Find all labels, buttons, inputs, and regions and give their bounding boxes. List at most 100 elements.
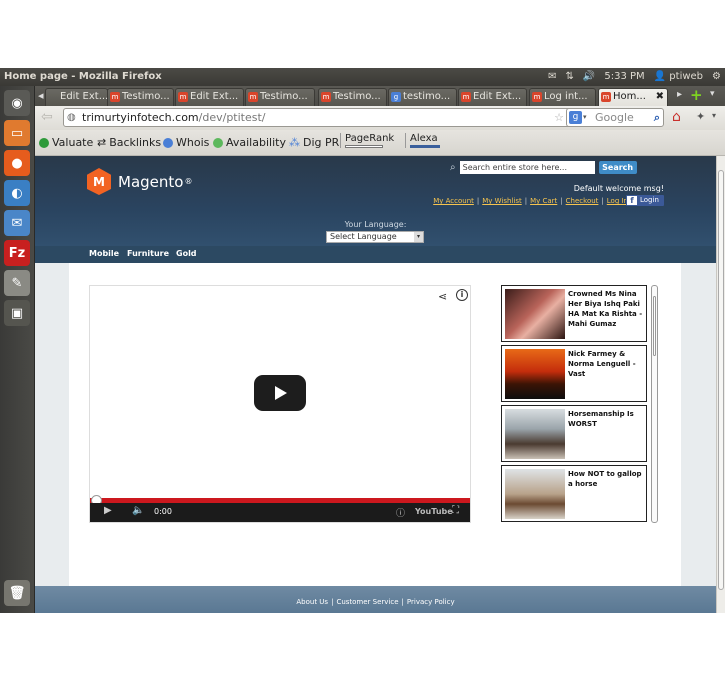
magento-favicon-icon: m <box>461 92 471 102</box>
network-icon[interactable]: ⇅ <box>566 68 574 86</box>
player-controls: ▶ 🔈 0:00 ⓘ YouTube ⛶ <box>90 503 470 522</box>
related-video-item[interactable]: Crowned Ms Nina Her Biya Ishq Paki HA Ma… <box>501 285 647 342</box>
thunderbird-icon[interactable]: ✉ <box>4 210 30 236</box>
nav-item-gold[interactable]: Gold <box>176 249 197 258</box>
tab-scroll-right-icon[interactable]: ▸ <box>677 89 682 100</box>
firefox-icon[interactable]: ● <box>4 150 30 176</box>
related-video-item[interactable]: Horsemanship Is WORST <box>501 405 647 462</box>
nav-item-mobile[interactable]: Mobile <box>89 249 119 258</box>
valuate-label: Valuate <box>52 136 94 149</box>
magnifier-icon: ⌕ <box>450 161 456 173</box>
privacy-policy-link[interactable]: Privacy Policy <box>407 598 455 606</box>
back-icon[interactable]: ⇦ <box>41 109 53 125</box>
terminal-icon[interactable]: ▣ <box>4 300 30 326</box>
related-video-item[interactable]: How NOT to gallop a horse <box>501 465 647 522</box>
related-scrollbar[interactable] <box>651 285 658 523</box>
related-scrollbar-thumb[interactable] <box>653 296 656 356</box>
customer-service-link[interactable]: Customer Service <box>336 598 398 606</box>
new-tab-icon[interactable]: + <box>690 86 703 104</box>
log-in-link[interactable]: Log In <box>607 197 628 205</box>
magento-favicon-icon: m <box>321 92 331 102</box>
valuate-button[interactable]: Valuate <box>39 136 93 149</box>
play-button[interactable] <box>254 375 306 411</box>
url-bar[interactable]: ◍ trimurtyinfotech.com/dev/ptitest/ ☆ ▾ … <box>63 108 591 127</box>
tab[interactable]: Edit Ext... <box>45 88 108 106</box>
checkout-link[interactable]: Checkout <box>566 197 599 205</box>
pagerank-label: PageRank <box>345 133 395 144</box>
page-scrollbar-thumb[interactable] <box>718 170 724 590</box>
video-player[interactable]: ⋖ i ▶ 🔈 0:00 ⓘ YouTube ⛶ <box>89 285 471 523</box>
pagerank-widget[interactable]: PageRank <box>340 133 394 148</box>
search-bar[interactable]: g ▾ Google ⌕ <box>566 108 664 127</box>
youtube-logo[interactable]: YouTube <box>415 507 453 516</box>
tab-scroll-left-icon[interactable]: ◂ <box>38 89 44 102</box>
alexa-widget[interactable]: Alexa <box>405 133 440 148</box>
info-icon[interactable]: i <box>456 289 468 301</box>
fullscreen-icon[interactable]: ⛶ <box>452 505 459 516</box>
bookmark-star-icon[interactable]: ☆ <box>554 109 564 126</box>
chromium-icon[interactable]: ◐ <box>4 180 30 206</box>
store-search-input[interactable]: Search entire store here... <box>459 160 595 174</box>
availability-button[interactable]: Availability <box>213 136 286 149</box>
seo-toolbar: Valuate ⇄ Backlinks Whois Availability ⁂ D… <box>35 130 725 156</box>
gear-icon[interactable]: ⚙ <box>712 68 721 86</box>
my-wishlist-link[interactable]: My Wishlist <box>482 197 521 205</box>
dig-pr-label: Dig PR <box>303 136 340 149</box>
alexa-bar <box>410 145 440 148</box>
welcome-message: Default welcome msg! <box>573 184 664 193</box>
whois-button[interactable]: Whois <box>163 136 209 149</box>
files-icon[interactable]: ▭ <box>4 120 30 146</box>
info-small-icon[interactable]: ⓘ <box>396 506 405 519</box>
page-scrollbar[interactable] <box>716 156 725 613</box>
tab-active[interactable]: m Hom... ✖ <box>598 88 668 106</box>
addon-icon[interactable]: ✦ <box>696 110 705 123</box>
user-menu[interactable]: 👤 ptiweb <box>654 68 703 86</box>
related-video-title: Horsemanship Is WORST <box>568 410 634 428</box>
play-icon[interactable]: ▶ <box>104 505 112 516</box>
search-icon[interactable]: ⌕ <box>654 109 660 126</box>
tab[interactable]: m Testimo... <box>318 88 387 106</box>
tab[interactable]: m Edit Ext... <box>458 88 527 106</box>
user-name: ptiweb <box>669 71 704 82</box>
home-icon[interactable]: ⌂ <box>672 109 681 125</box>
tab[interactable]: m Edit Ext... <box>175 88 244 106</box>
dash-home-icon[interactable]: ◉ <box>4 90 30 116</box>
store-logo[interactable]: M Magento ® <box>87 168 192 195</box>
language-select[interactable]: Select Language ▾ <box>326 231 424 243</box>
video-time: 0:00 <box>154 507 172 516</box>
close-tab-icon[interactable]: ✖ <box>656 89 664 105</box>
store-search-button[interactable]: Search <box>598 160 637 174</box>
backlinks-button[interactable]: ⇄ Backlinks <box>97 136 161 149</box>
nav-item-furniture[interactable]: Furniture <box>127 249 169 258</box>
tab[interactable]: m Testimo... <box>107 88 174 106</box>
my-account-link[interactable]: My Account <box>433 197 474 205</box>
google-engine-icon[interactable]: g <box>569 111 582 124</box>
mail-icon[interactable]: ✉ <box>548 68 556 86</box>
dig-icon: ⁂ <box>289 136 300 149</box>
engine-dropdown-icon[interactable]: ▾ <box>583 109 587 126</box>
language-select-value: Select Language <box>330 232 397 241</box>
tab[interactable]: m Log int... <box>529 88 596 106</box>
tab-label: Testimo... <box>122 91 170 102</box>
about-us-link[interactable]: About Us <box>296 598 328 606</box>
volume-icon[interactable]: 🔊 <box>583 68 595 86</box>
my-cart-link[interactable]: My Cart <box>530 197 557 205</box>
tab[interactable]: m Testimo... <box>245 88 315 106</box>
clock[interactable]: 5:33 PM <box>604 68 644 86</box>
related-video-title: Crowned Ms Nina Her Biya Ishq Paki HA Ma… <box>568 290 643 328</box>
tab-label: Hom... <box>613 91 646 102</box>
filezilla-icon[interactable]: Fz <box>4 240 30 266</box>
related-video-item[interactable]: Nick Farmey & Norma Lenguell - Vast <box>501 345 647 402</box>
facebook-login-button[interactable]: f Login <box>626 195 664 206</box>
dig-pr-button[interactable]: ⁂ Dig PR <box>289 136 339 149</box>
video-thumbnail <box>505 349 565 399</box>
volume-icon[interactable]: 🔈 <box>132 505 144 516</box>
menu-dropdown-icon[interactable]: ▾ <box>712 111 716 120</box>
share-icon[interactable]: ⋖ <box>438 290 450 303</box>
tab[interactable]: g testimo... <box>388 88 457 106</box>
related-video-title: How NOT to gallop a horse <box>568 470 642 488</box>
trash-icon[interactable]: 🗑 <box>4 580 30 606</box>
tab-list-icon[interactable]: ▾ <box>710 89 715 99</box>
site-identity-icon[interactable]: ◍ <box>67 109 76 126</box>
text-editor-icon[interactable]: ✎ <box>4 270 30 296</box>
